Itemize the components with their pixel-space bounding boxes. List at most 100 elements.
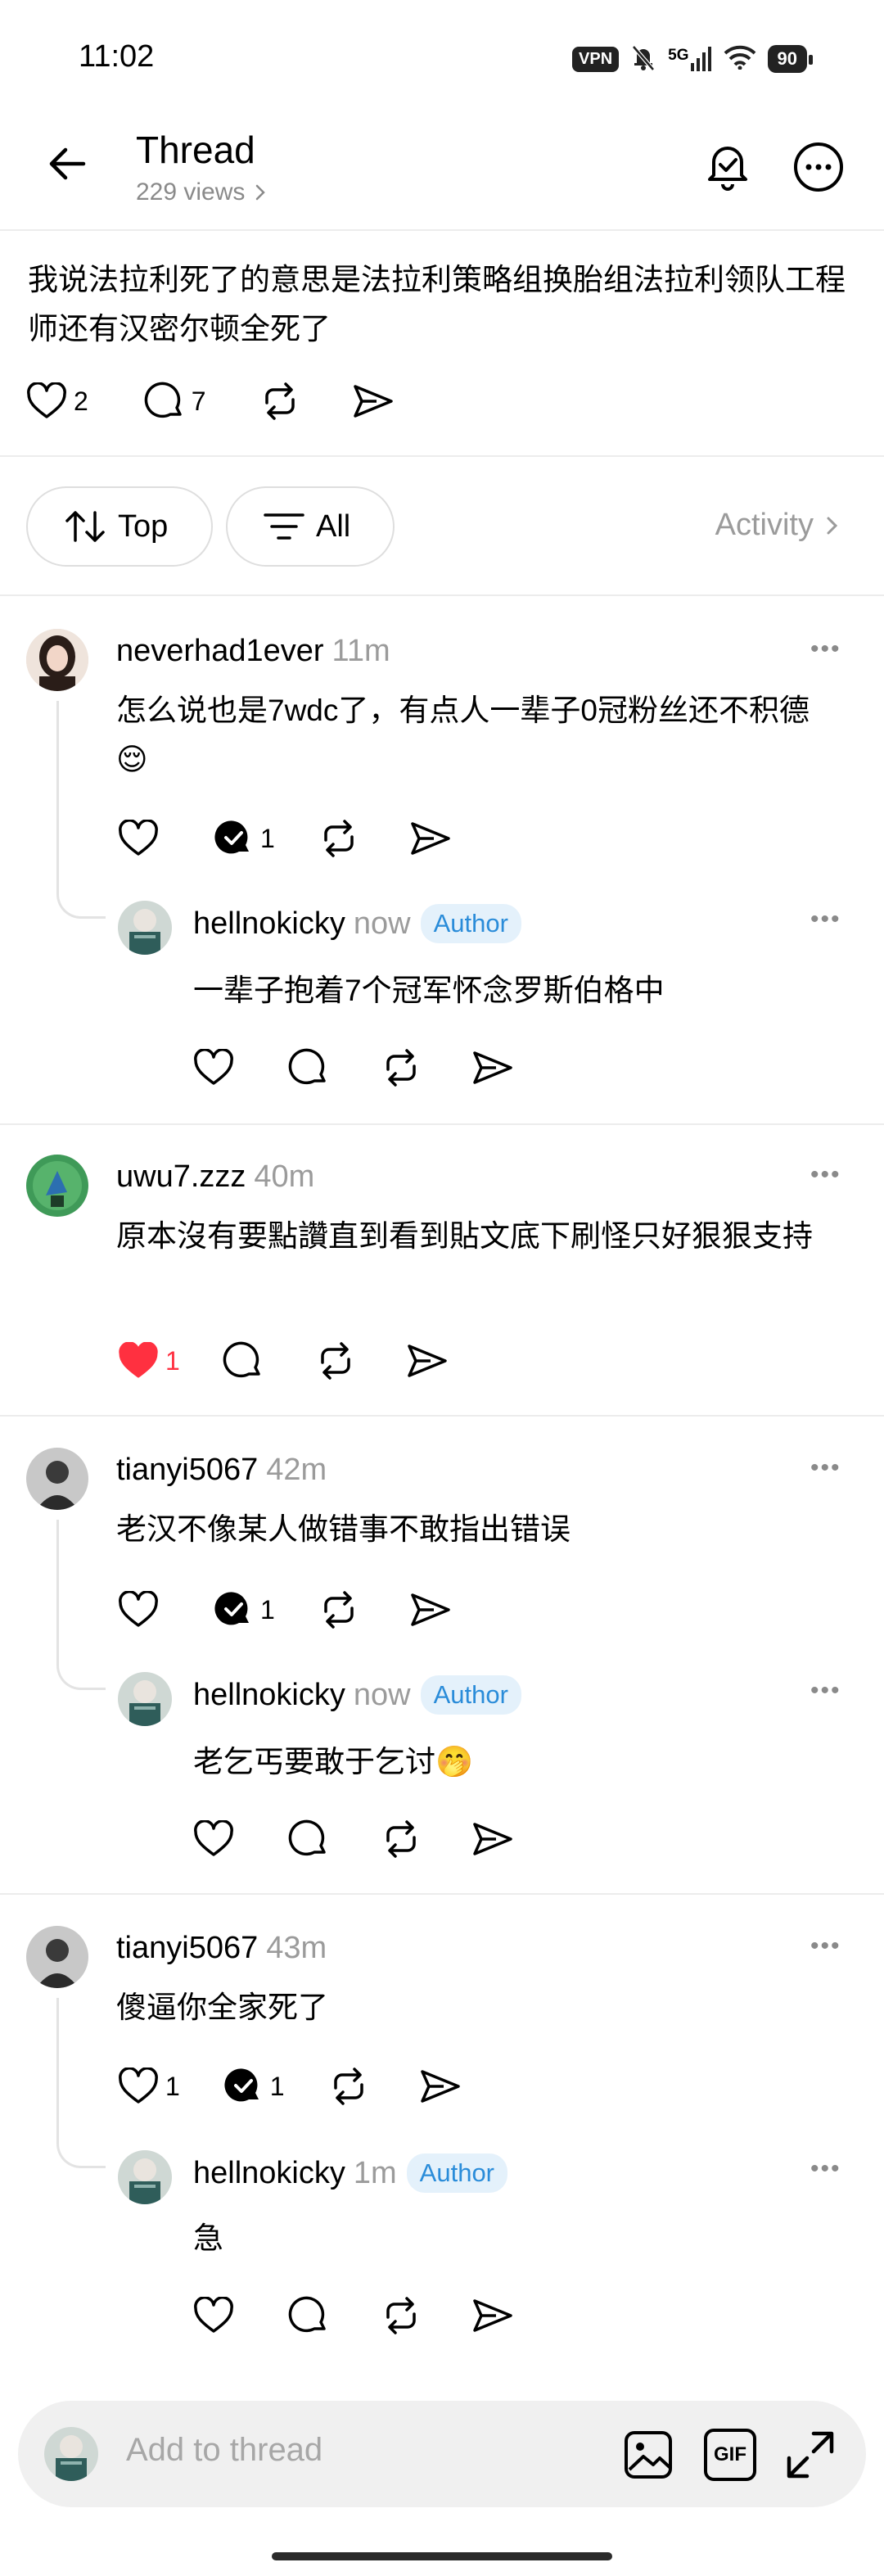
comment-actions: 1 — [118, 819, 452, 858]
sort-top-button[interactable]: Top — [26, 486, 213, 567]
repost-button[interactable] — [318, 819, 360, 858]
reply-actions — [193, 1048, 514, 1087]
avatar[interactable] — [118, 901, 172, 955]
comment-more-button[interactable]: ••• — [810, 635, 841, 663]
timestamp: now — [353, 906, 411, 941]
reply-more-button[interactable]: ••• — [810, 1677, 841, 1705]
heart-icon — [119, 2068, 158, 2104]
reply-button[interactable]: 1 — [213, 819, 275, 858]
post-like-button[interactable]: 2 — [26, 382, 88, 420]
reply-header: hellnokicky 1m Author — [193, 2153, 508, 2193]
repost-icon — [386, 2297, 416, 2334]
like-button-liked[interactable]: 1 — [118, 1342, 180, 1380]
comment-header: tianyi5067 42m — [116, 1453, 327, 1488]
author-badge: Author — [420, 904, 521, 943]
avatar[interactable] — [26, 1926, 88, 1988]
reply-button[interactable] — [288, 2296, 329, 2335]
share-button[interactable] — [471, 1048, 514, 1087]
username[interactable]: tianyi5067 — [116, 1931, 258, 1966]
repost-button[interactable] — [380, 2296, 422, 2335]
views-count[interactable]: 229 views — [136, 179, 268, 206]
reply-count: 1 — [269, 2071, 285, 2101]
share-button[interactable] — [409, 1590, 452, 1629]
thread-curve — [56, 1657, 106, 1690]
comment-more-button[interactable]: ••• — [810, 1932, 841, 1960]
share-button[interactable] — [471, 2296, 514, 2335]
arrow-left-icon — [49, 147, 86, 180]
username[interactable]: uwu7.zzz — [116, 1159, 246, 1195]
reply-text: 一辈子抱着7个冠军怀念罗斯伯格中 — [193, 974, 665, 1007]
avatar[interactable] — [118, 2150, 172, 2204]
like-button[interactable] — [193, 1820, 234, 1858]
post-share-button[interactable] — [352, 382, 395, 421]
repost-icon — [386, 1820, 416, 1858]
username[interactable]: hellnokicky — [193, 2156, 345, 2191]
repost-button[interactable] — [380, 1819, 422, 1859]
reply-button[interactable] — [223, 1341, 264, 1381]
comment-divider — [0, 1123, 884, 1125]
thread-line — [56, 1998, 59, 2135]
send-icon — [353, 385, 393, 418]
repost-button[interactable] — [380, 1048, 422, 1087]
vpn-badge: VPN — [572, 46, 620, 72]
comment-more-button[interactable]: ••• — [810, 1454, 841, 1482]
username[interactable]: neverhad1ever — [116, 634, 324, 669]
avatar-dark-photo — [26, 1926, 88, 1988]
share-button[interactable] — [419, 2067, 462, 2106]
repost-button[interactable] — [318, 1590, 360, 1629]
back-button[interactable] — [46, 142, 88, 189]
like-button[interactable]: 1 — [118, 2068, 180, 2105]
filter-divider — [0, 594, 884, 596]
filter-label: All — [316, 508, 351, 544]
username[interactable]: hellnokicky — [193, 1678, 345, 1713]
attach-image-button[interactable] — [622, 2429, 674, 2485]
comment-icon — [288, 1048, 326, 1085]
share-button[interactable] — [406, 1341, 449, 1381]
like-button[interactable] — [118, 1591, 159, 1629]
username[interactable]: tianyi5067 — [116, 1453, 258, 1488]
comment-actions: 1 1 — [118, 2067, 462, 2106]
reply-button[interactable]: 1 — [213, 1590, 275, 1629]
reply-button[interactable] — [288, 1048, 329, 1087]
gif-button[interactable]: GIF — [704, 2429, 756, 2481]
like-button[interactable] — [193, 2297, 234, 2334]
avatar-dark-photo — [26, 1448, 88, 1510]
activity-label: Activity — [715, 508, 814, 542]
like-button[interactable] — [193, 1049, 234, 1087]
heart-icon — [119, 1591, 158, 1627]
notify-bell-button[interactable] — [702, 139, 753, 196]
page-title: Thread — [136, 129, 255, 171]
repost-button[interactable] — [327, 2067, 370, 2106]
timestamp: 1m — [353, 2155, 397, 2190]
add-to-thread-input[interactable]: Add to thread — [126, 2432, 322, 2469]
reply-more-button[interactable]: ••• — [810, 2155, 841, 2183]
comment-more-button[interactable]: ••• — [810, 1161, 841, 1189]
post-actions: 2 7 — [26, 382, 395, 421]
repost-button[interactable] — [314, 1341, 357, 1381]
avatar[interactable] — [26, 1155, 88, 1217]
more-options-button[interactable] — [792, 141, 845, 197]
post-repost-button[interactable] — [259, 382, 301, 421]
share-button[interactable] — [409, 819, 452, 858]
activity-link[interactable]: Activity — [715, 508, 840, 543]
like-button[interactable] — [118, 820, 159, 857]
expand-button[interactable] — [784, 2429, 837, 2485]
repost-icon — [324, 820, 354, 857]
avatar[interactable] — [26, 629, 88, 691]
share-button[interactable] — [471, 1819, 514, 1859]
username[interactable]: hellnokicky — [193, 906, 345, 942]
avatar[interactable] — [118, 1672, 172, 1726]
comment-text-body: 怎么说也是7wdc了，有点人一辈子0冠粉丝还不积德 — [116, 694, 810, 727]
comment-icon — [288, 1819, 326, 1856]
reply-button[interactable]: 1 — [223, 2067, 285, 2106]
giggle-emoji: 🤭 — [435, 1744, 474, 1779]
filter-all-button[interactable]: All — [226, 486, 395, 567]
battery-indicator: 90 — [767, 45, 814, 73]
reply-more-button[interactable]: ••• — [810, 906, 841, 933]
comment-text: 怎么说也是7wdc了，有点人一辈子0冠粉丝还不积德 😌 — [116, 686, 837, 784]
post-reply-button[interactable]: 7 — [144, 382, 206, 421]
status-icons: VPN 5G 90 — [572, 41, 814, 77]
timestamp: 11m — [332, 634, 390, 668]
avatar[interactable] — [26, 1448, 88, 1510]
reply-button[interactable] — [288, 1819, 329, 1859]
